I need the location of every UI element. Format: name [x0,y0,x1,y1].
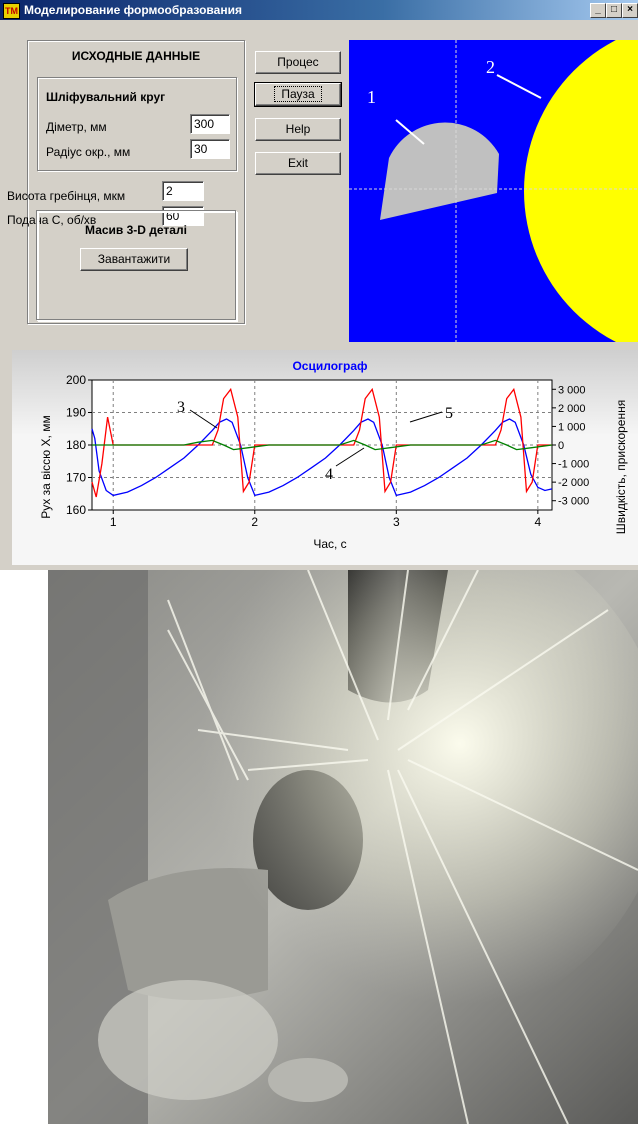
grinding-photo [48,570,638,1124]
app-window: ТМ Моделирование формообразования _ □ × … [0,0,638,570]
label-workpiece: 1 [367,87,376,107]
maximize-button[interactable]: □ [606,3,622,18]
close-button[interactable]: × [622,3,638,18]
model-group-box: Масив 3-D деталі Завантажити [36,210,236,320]
height-label: Висота гребінця, мкм [7,189,126,203]
y2-tick-label: 2 000 [558,403,586,415]
y-tick-label: 200 [66,373,86,387]
y2-tick-label: -2 000 [558,477,589,489]
debris [268,1058,348,1102]
x-tick-label: 4 [535,515,542,529]
exit-button[interactable]: Exit [255,152,341,175]
x-tick-label: 2 [251,515,258,529]
help-button[interactable]: Help [255,118,341,141]
oscilloscope-panel: Осцилограф Час, с Рух за віссю X, мм Шви… [12,350,638,565]
y2-tick-label: -3 000 [558,496,589,508]
y2-tick-label: 3 000 [558,384,586,396]
diameter-label: Діметр, мм [46,120,107,134]
y2-tick-label: 0 [558,440,564,452]
annotation-label: 3 [177,399,185,416]
section-title: ИСХОДНЫЕ ДАННЫЕ [71,49,201,63]
pause-button-label: Пауза [274,86,322,102]
y-tick-label: 160 [66,503,86,517]
pause-button[interactable]: Пауза [254,82,342,107]
y-tick-label: 170 [66,471,86,485]
x-tick-label: 3 [393,515,400,529]
title-bar: ТМ Моделирование формообразования _ □ × [0,0,638,20]
window-title: Моделирование формообразования [24,3,242,17]
wheel-group: Шліфувальний круг Діметр, мм Радіус окр.… [37,77,237,171]
annotation-label: 4 [325,466,333,483]
process-button[interactable]: Процес [255,51,341,74]
diameter-input[interactable] [190,114,230,134]
y-tick-label: 180 [66,438,86,452]
chuck-reflection [98,980,278,1100]
x-axis-label: Час, с [313,537,346,551]
x-tick-label: 1 [110,515,117,529]
y2-axis-label: Швидкість, прискорення [614,400,628,534]
radius-input[interactable] [190,139,230,159]
wheel-group-title: Шліфувальний круг [46,90,166,104]
annotation-label: 5 [445,405,453,422]
height-input[interactable] [162,181,204,201]
simulation-view: 1 2 [349,40,638,342]
chart-title: Осцилограф [292,359,368,373]
minimize-button[interactable]: _ [590,3,606,18]
y-tick-label: 190 [66,406,86,420]
load-button[interactable]: Завантажити [80,248,188,271]
y-axis-label: Рух за віссю X, мм [39,415,53,518]
app-icon: ТМ [3,3,20,19]
label-wheel: 2 [486,57,495,77]
y2-tick-label: 1 000 [558,421,586,433]
oscilloscope-chart: Осцилограф Час, с Рух за віссю X, мм Шви… [39,359,628,551]
radius-label: Радіус окр., мм [46,145,131,159]
model-group-title: Масив 3-D деталі [85,223,187,237]
y2-tick-label: -1 000 [558,459,589,471]
